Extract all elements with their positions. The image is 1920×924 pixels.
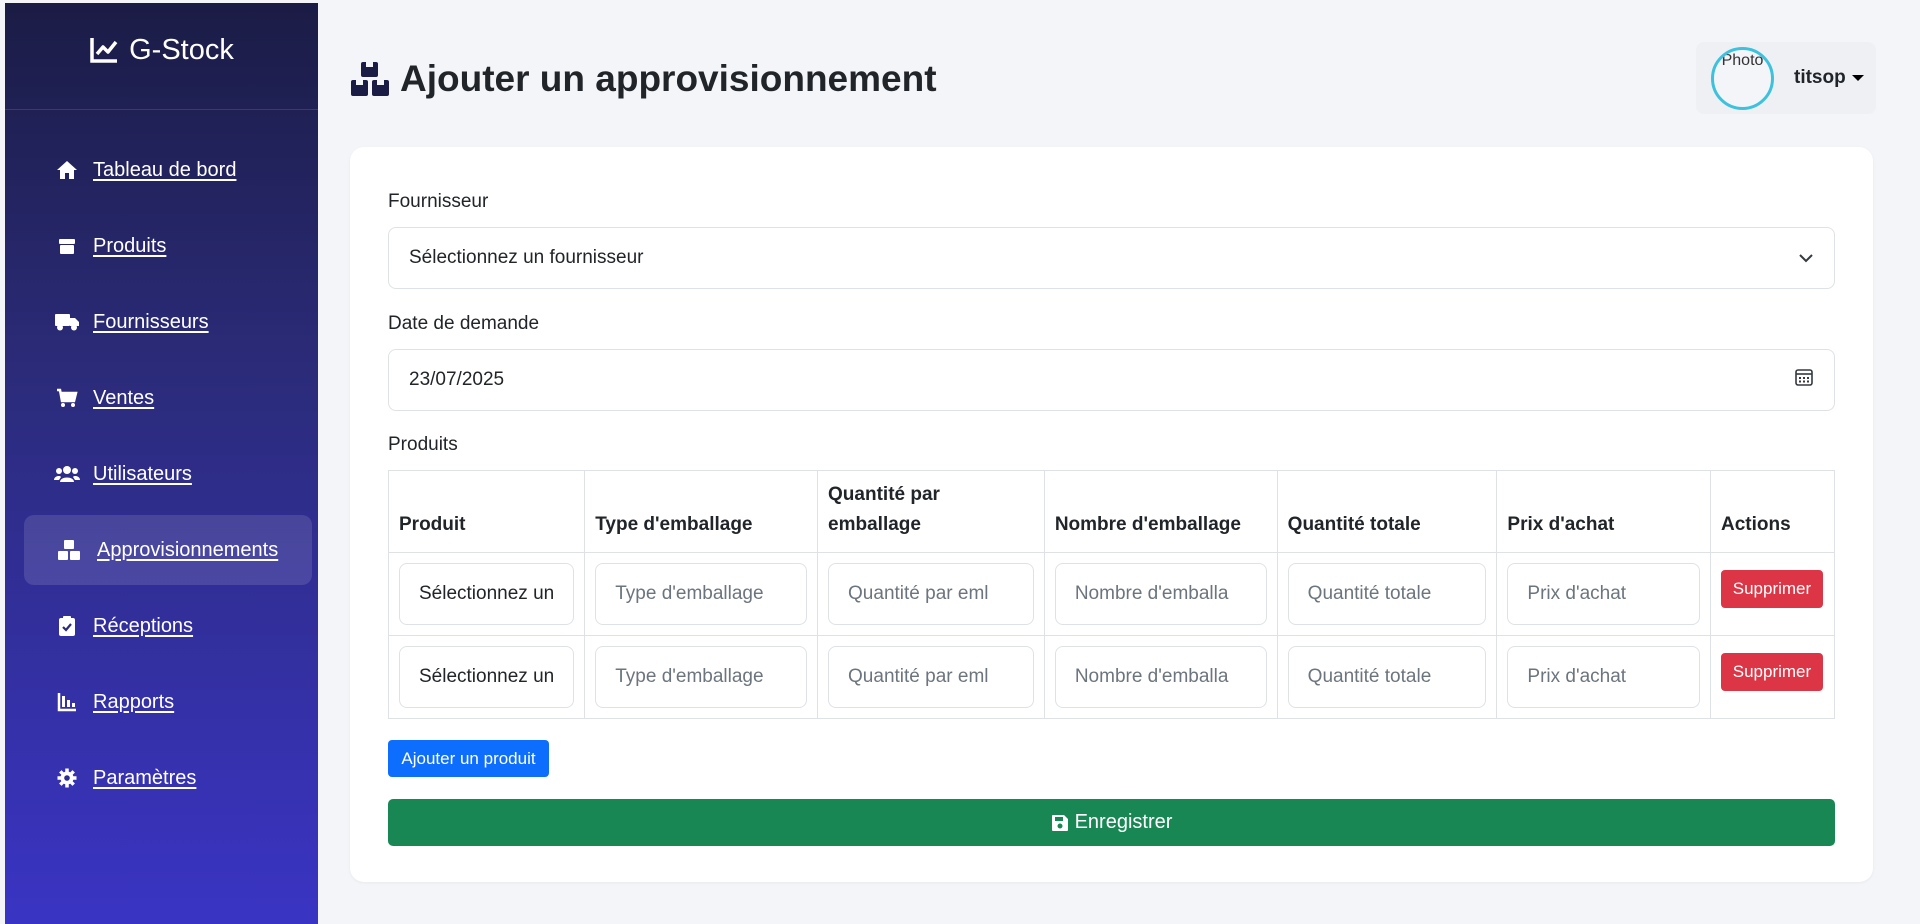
date-input[interactable]: 23/07/2025 bbox=[388, 349, 1835, 411]
save-button-label: Enregistrer bbox=[1074, 811, 1173, 833]
sidebar-item-label: Rapports bbox=[93, 690, 175, 713]
users-icon bbox=[54, 461, 80, 487]
sidebar-item-fournisseurs[interactable]: Fournisseurs bbox=[24, 287, 312, 357]
supply-form-card: Fournisseur Sélectionnez un fournisseur … bbox=[350, 147, 1873, 882]
sidebar-item-receptions[interactable]: Réceptions bbox=[24, 591, 312, 661]
sidebar-item-label: Paramètres bbox=[93, 766, 197, 789]
user-name: titsop bbox=[1794, 67, 1864, 89]
packaging-type-input[interactable]: Type d'emballage bbox=[595, 563, 808, 625]
caret-down-icon bbox=[1851, 74, 1864, 81]
add-product-button[interactable]: Ajouter un produit bbox=[388, 740, 549, 777]
column-header: Quantité totale bbox=[1276, 470, 1498, 553]
line-chart-icon bbox=[90, 38, 118, 63]
pack-count-input[interactable]: Nombre d'emballa bbox=[1054, 646, 1267, 708]
packaging-type-input[interactable]: Type d'emballage bbox=[595, 646, 808, 708]
column-header: Actions bbox=[1709, 470, 1836, 553]
product-select[interactable]: Sélectionnez un bbox=[399, 563, 575, 625]
sidebar-item-label: Approvisionnements bbox=[97, 538, 279, 561]
column-header: Produit bbox=[387, 470, 586, 553]
price-input[interactable]: Prix d'achat bbox=[1507, 563, 1700, 625]
supplier-select[interactable]: Sélectionnez un fournisseur bbox=[388, 227, 1835, 289]
total-qty-input[interactable]: Quantité totale bbox=[1287, 563, 1487, 625]
delete-row-button[interactable]: Supprimer bbox=[1720, 653, 1823, 691]
column-header: Quantité par emballage bbox=[817, 470, 1045, 553]
table-row: Sélectionnez un Type d'emballage Quantit… bbox=[387, 552, 1836, 636]
date-input-value: 23/07/2025 bbox=[409, 369, 505, 390]
sidebar-item-label: Tableau de bord bbox=[93, 158, 237, 181]
sidebar-item-label: Utilisateurs bbox=[93, 462, 192, 485]
boxes-icon bbox=[56, 537, 82, 563]
column-header: Nombre d'emballage bbox=[1043, 470, 1278, 553]
home-icon bbox=[54, 157, 80, 183]
date-label: Date de demande bbox=[388, 313, 540, 334]
product-select[interactable]: Sélectionnez un bbox=[399, 646, 575, 708]
supplier-select-value: Sélectionnez un fournisseur bbox=[409, 247, 644, 268]
products-table: Produit Type d'emballage Quantité par em… bbox=[387, 470, 1836, 719]
page-header: Ajouter un approvisionnement bbox=[350, 58, 937, 100]
price-input[interactable]: Prix d'achat bbox=[1507, 646, 1700, 708]
clipboard-check-icon bbox=[54, 613, 80, 639]
pack-count-input[interactable]: Nombre d'emballa bbox=[1054, 563, 1267, 625]
user-menu[interactable]: Photo titsop bbox=[1696, 42, 1876, 114]
sidebar-item-tableau-de-bord[interactable]: Tableau de bord bbox=[24, 135, 312, 205]
avatar: Photo bbox=[1711, 46, 1774, 110]
qty-per-pack-input[interactable]: Quantité par eml bbox=[828, 563, 1034, 625]
brand-logo[interactable]: G-Stock bbox=[5, 3, 318, 110]
sidebar-item-rapports[interactable]: Rapports bbox=[24, 667, 312, 737]
gear-icon bbox=[54, 765, 80, 791]
avatar-alt-text: Photo bbox=[1721, 51, 1764, 69]
save-icon bbox=[1051, 814, 1068, 831]
sidebar-item-label: Produits bbox=[93, 234, 167, 257]
sidebar-item-parametres[interactable]: Paramètres bbox=[24, 743, 312, 813]
box-icon bbox=[54, 233, 80, 259]
sidebar-item-label: Ventes bbox=[93, 386, 155, 409]
sidebar-item-approvisionnements[interactable]: Approvisionnements bbox=[24, 515, 312, 585]
boxes-icon bbox=[351, 62, 389, 96]
sidebar-item-produits[interactable]: Produits bbox=[24, 211, 312, 281]
sidebar-item-utilisateurs[interactable]: Utilisateurs bbox=[24, 439, 312, 509]
truck-icon bbox=[54, 309, 80, 335]
calendar-icon[interactable] bbox=[1794, 367, 1814, 393]
total-qty-input[interactable]: Quantité totale bbox=[1287, 646, 1487, 708]
chart-icon bbox=[54, 689, 80, 715]
table-row: Sélectionnez un Type d'emballage Quantit… bbox=[387, 635, 1836, 719]
column-header: Prix d'achat bbox=[1496, 470, 1711, 553]
supplier-label: Fournisseur bbox=[388, 191, 489, 212]
sidebar-nav: Tableau de bord Produits Fournisseurs Ve… bbox=[5, 110, 318, 813]
page-title: Ajouter un approvisionnement bbox=[400, 58, 937, 99]
sidebar-item-label: Réceptions bbox=[93, 614, 194, 637]
table-header-row: Produit Type d'emballage Quantité par em… bbox=[387, 470, 1836, 553]
products-label: Produits bbox=[388, 434, 458, 455]
column-header: Type d'emballage bbox=[584, 470, 819, 553]
sidebar-item-label: Fournisseurs bbox=[93, 310, 209, 333]
save-button[interactable]: Enregistrer bbox=[388, 799, 1835, 846]
chevron-down-icon bbox=[1798, 247, 1814, 269]
brand-name: G-Stock bbox=[129, 33, 234, 66]
sidebar: G-Stock Tableau de bord Produits Fournis… bbox=[5, 3, 318, 924]
cart-icon bbox=[54, 385, 80, 411]
qty-per-pack-input[interactable]: Quantité par eml bbox=[828, 646, 1034, 708]
sidebar-item-ventes[interactable]: Ventes bbox=[24, 363, 312, 433]
delete-row-button[interactable]: Supprimer bbox=[1720, 570, 1823, 608]
